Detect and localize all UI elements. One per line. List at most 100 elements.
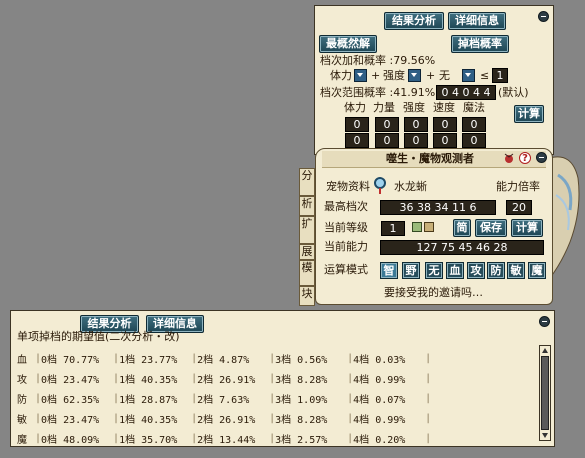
stat-input[interactable]: 0: [404, 117, 428, 132]
cell-separator: |: [425, 372, 432, 384]
stat-input[interactable]: 0: [462, 117, 486, 132]
pet-info-label: 宠物资料: [326, 180, 370, 193]
table-cell: 4档 0.20%: [353, 434, 406, 446]
threshold-value[interactable]: 1: [492, 68, 508, 83]
calculate-button[interactable]: 计算: [514, 105, 544, 123]
magnifier-icon[interactable]: [373, 176, 387, 196]
stat-input[interactable]: 0: [462, 133, 486, 148]
scroll-up-arrow[interactable]: [542, 348, 548, 353]
simple-button[interactable]: 简: [453, 219, 471, 237]
stat-name: 防: [17, 394, 27, 406]
stat-name: 攻: [17, 374, 27, 386]
stat-input[interactable]: 0: [375, 133, 399, 148]
mode-button-agi[interactable]: 敏: [507, 262, 525, 279]
side-tab[interactable]: 扩: [299, 216, 315, 244]
mode-button-atk[interactable]: 攻: [467, 262, 485, 279]
table-row: 攻 | 0档 23.47% | 1档 40.35% | 2档 26.91% | 3档 8.28%…: [17, 368, 431, 388]
default-note: (默认): [498, 86, 529, 99]
table-cell: 4档 0.99%: [353, 374, 406, 386]
cell-separator: |: [425, 432, 432, 444]
plus-icon[interactable]: [424, 222, 434, 232]
mode-button-def[interactable]: 防: [487, 262, 505, 279]
most-probable-button[interactable]: 最概然解: [319, 35, 377, 53]
table-cell: 3档 8.28%: [275, 374, 328, 386]
scroll-down-arrow[interactable]: [542, 433, 548, 438]
table-row: 血 | 0档 70.77% | 1档 23.77% | 2档 4.87% | 3档 0.56% |…: [17, 348, 431, 368]
table-cell: 2档 13.44%: [197, 434, 256, 446]
current-level-label: 当前等级: [324, 221, 368, 234]
current-ability-field[interactable]: 127 75 45 46 28: [380, 240, 544, 255]
table-cell: 3档 0.56%: [275, 354, 328, 366]
col-header: 体力: [344, 101, 366, 114]
cell-separator: |: [425, 392, 432, 404]
mode-button-wild[interactable]: 野: [402, 262, 420, 279]
save-button[interactable]: 保存: [475, 219, 507, 237]
sum-probability: 档次加和概率 :79.56%: [320, 54, 436, 67]
bug-icon[interactable]: [503, 151, 516, 165]
stat-name: 魔: [17, 434, 27, 446]
col-header: 力量: [373, 101, 395, 114]
table-cell: 2档 26.91%: [197, 374, 256, 386]
calculate-button[interactable]: 计算: [511, 219, 543, 237]
close-icon[interactable]: [539, 316, 550, 327]
stat-label-3: 无: [439, 69, 450, 82]
table-cell: 0档 70.77%: [41, 354, 100, 366]
table-cell: 1档 40.35%: [119, 414, 178, 426]
table-row: 敏 | 0档 23.47% | 1档 40.35% | 2档 26.91% | 3档 8.28%…: [17, 408, 431, 428]
stat-input[interactable]: 0: [433, 117, 457, 132]
side-tab[interactable]: 分: [299, 168, 315, 196]
side-tab[interactable]: 模: [299, 260, 315, 286]
current-level-field[interactable]: 1: [381, 221, 405, 236]
max-level-label: 最高档次: [324, 200, 368, 213]
table-cell: 0档 62.35%: [41, 394, 100, 406]
scroll-thumb[interactable]: [541, 356, 549, 430]
table-row: 防 | 0档 62.35% | 1档 28.87% | 2档 7.63% | 3档 1.09% |…: [17, 388, 431, 408]
mode-button-none[interactable]: 无: [425, 262, 443, 279]
stat-name: 敏: [17, 414, 27, 426]
range-code-field[interactable]: 0 4 0 4 4: [436, 85, 496, 100]
observer-title: 噬生・魔物观测者: [386, 152, 474, 165]
table-cell: 0档 48.09%: [41, 434, 100, 446]
stat-input[interactable]: 0: [404, 133, 428, 148]
expectation-table: 血 | 0档 70.77% | 1档 23.77% | 2档 4.87% | 3档 0.56% |…: [17, 348, 431, 448]
dropdown-icon[interactable]: [462, 69, 475, 82]
detail-info-button[interactable]: 详细信息: [448, 12, 506, 30]
minus-icon[interactable]: [412, 222, 422, 232]
cell-separator: |: [425, 352, 432, 364]
side-tab[interactable]: 析: [299, 196, 315, 216]
drop-rate-button[interactable]: 掉档概率: [451, 35, 509, 53]
close-icon[interactable]: [538, 11, 549, 22]
stat-input[interactable]: 0: [345, 117, 369, 132]
mode-button-int[interactable]: 智: [380, 262, 398, 279]
plus-sign: +: [371, 69, 381, 82]
table-cell: 3档 1.09%: [275, 394, 328, 406]
multiplier-field[interactable]: 20: [506, 200, 532, 215]
stat-input[interactable]: 0: [375, 117, 399, 132]
table-cell: 2档 7.63%: [197, 394, 250, 406]
scrollbar[interactable]: [539, 345, 551, 441]
table-cell: 1档 35.70%: [119, 434, 178, 446]
result-analysis-button[interactable]: 结果分析: [384, 12, 444, 30]
mode-button-hp[interactable]: 血: [446, 262, 464, 279]
dropdown-icon[interactable]: [354, 69, 367, 82]
stat-label-1: 体力: [330, 69, 352, 82]
expectation-header: 单项掉档的期望值(二次分析・改): [17, 330, 180, 343]
range-probability: 档次范围概率 :41.91%: [320, 86, 436, 99]
table-cell: 4档 0.07%: [353, 394, 406, 406]
help-icon[interactable]: ?: [519, 152, 531, 164]
less-equal-sign: ≤: [480, 69, 490, 82]
table-cell: 3档 2.57%: [275, 434, 328, 446]
col-header: 强度: [403, 101, 425, 114]
mode-button-mag[interactable]: 魔: [528, 262, 546, 279]
close-icon[interactable]: [536, 152, 547, 163]
side-tab[interactable]: 块: [299, 286, 315, 306]
table-cell: 4档 0.99%: [353, 414, 406, 426]
col-header: 速度: [433, 101, 455, 114]
table-row: 魔 | 0档 48.09% | 1档 35.70% | 2档 13.44% | 3档 2.57%…: [17, 428, 431, 448]
max-level-field[interactable]: 36 38 34 11 6: [380, 200, 496, 215]
stat-input[interactable]: 0: [433, 133, 457, 148]
dropdown-icon[interactable]: [408, 69, 421, 82]
side-tab[interactable]: 展: [299, 244, 315, 260]
stat-input[interactable]: 0: [345, 133, 369, 148]
calc-mode-label: 运算模式: [324, 263, 368, 276]
